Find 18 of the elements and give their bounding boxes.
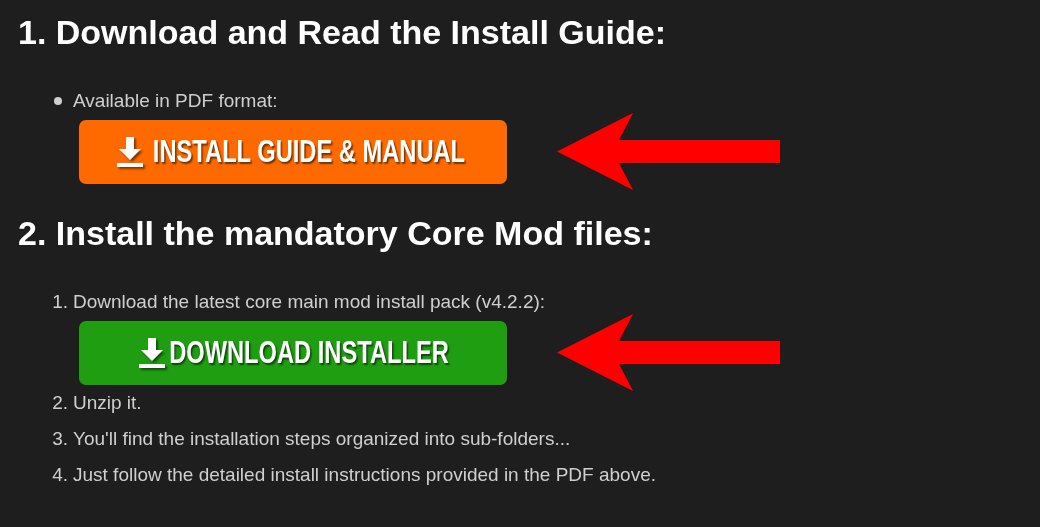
list-text: Available in PDF format: bbox=[73, 90, 278, 112]
list-number: 4. bbox=[52, 464, 68, 486]
list-number: 1. bbox=[52, 291, 68, 313]
list-text: Download the latest core main mod install pack (v4.2.2): bbox=[73, 291, 546, 313]
list-text: Just follow the detailed install instructions provided in the PDF above. bbox=[73, 464, 656, 486]
download-button[interactable]: INSTALL GUIDE & MANUAL bbox=[79, 119, 507, 184]
download-icon bbox=[116, 136, 145, 167]
arrow-icon bbox=[557, 113, 781, 190]
list-number: 2. bbox=[52, 392, 68, 414]
section-heading: 1. Download and Read the Install Guide: bbox=[18, 12, 667, 52]
download-icon bbox=[138, 337, 166, 368]
arrow-icon bbox=[557, 314, 781, 391]
bullet-icon bbox=[54, 97, 62, 105]
section-heading: 2. Install the mandatory Core Mod files: bbox=[18, 213, 654, 253]
list-number: 3. bbox=[52, 428, 68, 450]
list-text: Unzip it. bbox=[73, 392, 142, 414]
download-button[interactable]: DOWNLOAD INSTALLER bbox=[79, 320, 507, 385]
list-text: You'll find the installation steps organized into sub-folders... bbox=[73, 428, 571, 450]
